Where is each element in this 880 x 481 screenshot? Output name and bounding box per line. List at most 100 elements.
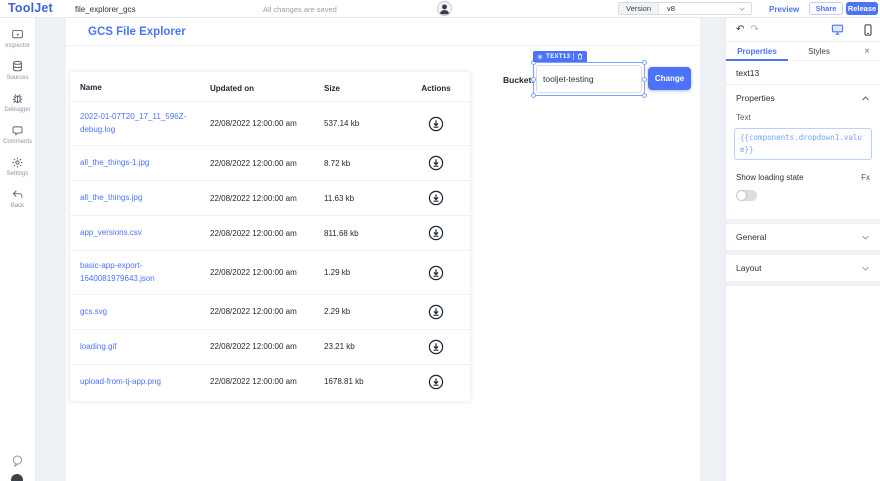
download-button[interactable] [428, 116, 444, 132]
table-row: loading.gif 22/08/2022 12:00:00 am 23.21… [70, 328, 470, 364]
download-button[interactable] [428, 374, 444, 390]
tooljet-editor: ToolJet file_explorer_gcs All changes ar… [0, 0, 880, 481]
sidebar-item-label: Comments [2, 139, 32, 145]
gear-icon[interactable] [537, 54, 543, 60]
table-header-row: Name Updated on Size Actions [70, 74, 470, 101]
table-row: gcs.svg 22/08/2022 12:00:00 am 2.29 kb [70, 293, 470, 329]
widget-name-field[interactable]: text13 [726, 61, 880, 85]
download-icon [428, 116, 444, 131]
section-properties-header[interactable]: Properties [726, 85, 880, 111]
resize-handle[interactable] [642, 93, 647, 98]
updated-on-cell: 22/08/2022 12:00:00 am [210, 193, 297, 203]
download-button[interactable] [428, 190, 444, 206]
download-icon [428, 265, 444, 280]
sidebar-item-sources[interactable]: Sources [0, 60, 35, 81]
resize-handle[interactable] [642, 60, 647, 65]
file-name-link[interactable]: 2022-01-07T20_17_11_596Z-debug.log [70, 111, 210, 136]
resize-handle[interactable] [642, 77, 647, 82]
table-row: app_versions.csv 22/08/2022 12:00:00 am … [70, 215, 470, 250]
download-icon [428, 225, 444, 241]
download-button[interactable] [428, 265, 444, 281]
size-cell: 1678.81 kb [324, 377, 364, 387]
download-icon [428, 190, 444, 206]
section-title: Layout [736, 263, 762, 273]
mobile-icon[interactable] [864, 23, 872, 36]
share-button[interactable]: Share [809, 2, 843, 15]
undo-icon[interactable]: ↶ [736, 24, 744, 35]
resize-handle[interactable] [531, 77, 536, 82]
sidebar-item-inspector[interactable]: Inspector [0, 28, 35, 49]
updated-on-cell: 22/08/2022 12:00:00 am [210, 342, 297, 352]
file-name-link[interactable]: upload-from-tj-app.png [70, 376, 210, 388]
help-chat-button[interactable] [0, 454, 35, 467]
file-name-link[interactable]: basic-app-export-1640081979643.json [70, 260, 210, 285]
desktop-icon[interactable] [831, 24, 844, 35]
tab-properties[interactable]: Properties [726, 42, 788, 61]
section-layout-header[interactable]: Layout [726, 255, 880, 281]
preview-button[interactable]: Preview [769, 5, 799, 14]
trash-icon[interactable] [577, 53, 583, 60]
text-property-label: Text [736, 113, 751, 122]
bucket-value-text: tooljet-testing [536, 65, 642, 93]
sidebar-item-settings[interactable]: Settings [0, 156, 35, 177]
sidebar-item-back[interactable]: Back [0, 188, 35, 209]
file-name-link[interactable]: app_versions.csv [70, 227, 210, 239]
chevron-down-icon [862, 235, 869, 240]
redo-icon[interactable]: ↷ [750, 24, 758, 35]
section-title: Properties [736, 93, 775, 103]
avatar[interactable] [437, 1, 452, 16]
dark-mode-icon[interactable] [11, 474, 23, 481]
column-header-size[interactable]: Size [324, 84, 402, 93]
panel-toolbar: ↶ ↷ [726, 18, 880, 42]
change-button[interactable]: Change [648, 67, 691, 90]
section-gap [726, 281, 880, 286]
app-name[interactable]: file_explorer_gcs [75, 5, 135, 14]
sidebar-item-comments[interactable]: Comments [0, 124, 35, 145]
section-general-header[interactable]: General [726, 224, 880, 250]
file-name-link[interactable]: gcs.svg [70, 306, 210, 318]
back-arrow-icon [12, 190, 23, 198]
widget-badge-label: TEXT13 [546, 53, 571, 60]
resize-handle[interactable] [531, 93, 536, 98]
download-button[interactable] [428, 155, 444, 171]
help-chat-icon [12, 455, 23, 467]
fx-button[interactable]: Fx [861, 173, 870, 182]
sidebar-item-label: Back [10, 203, 25, 209]
page-title: GCS File Explorer [88, 25, 186, 38]
canvas-header: GCS File Explorer [66, 18, 700, 46]
save-status: All changes are saved [263, 5, 337, 14]
file-name-link[interactable]: all_the_things.jpg [70, 192, 210, 204]
section-title: General [736, 232, 767, 242]
file-name-link[interactable]: loading.gif [70, 341, 210, 353]
size-cell: 811.68 kb [324, 228, 359, 238]
file-name-link[interactable]: all_the_things-1.jpg [70, 157, 210, 169]
table-row: upload-from-tj-app.png 22/08/2022 12:00:… [70, 363, 470, 399]
bucket-label: Bucket: [503, 75, 535, 85]
download-icon [428, 339, 444, 355]
text-widget-bucket-value[interactable]: tooljet-testing [531, 60, 647, 98]
size-cell: 23.21 kb [324, 342, 355, 352]
download-button[interactable] [428, 339, 444, 355]
column-header-updated[interactable]: Updated on [210, 84, 324, 93]
tooljet-logo[interactable]: ToolJet [8, 1, 53, 15]
column-header-name[interactable]: Name [70, 82, 210, 94]
text-property-code-editor[interactable]: {{components.dropdown1.value}} [734, 128, 872, 160]
sidebar-item-debugger[interactable]: Debugger [0, 92, 35, 113]
close-icon[interactable]: × [854, 42, 880, 60]
download-icon [428, 304, 444, 320]
updated-on-cell: 22/08/2022 12:00:00 am [210, 228, 297, 238]
column-header-actions: Actions [421, 83, 451, 93]
tab-styles[interactable]: Styles [788, 42, 850, 60]
file-table-widget[interactable]: Name Updated on Size Actions 2022-01-07T… [70, 72, 470, 401]
divider [573, 53, 575, 60]
download-button[interactable] [428, 225, 444, 241]
release-button[interactable]: Release [846, 2, 878, 15]
gear-icon [12, 157, 23, 168]
download-button[interactable] [428, 304, 444, 320]
right-panel: ↶ ↷ Properties Styles × text13 Propertie… [725, 18, 880, 481]
version-dropdown[interactable]: Version v8 [618, 2, 752, 15]
updated-on-cell: 22/08/2022 12:00:00 am [210, 307, 297, 317]
show-loading-label: Show loading state [736, 173, 804, 182]
show-loading-toggle[interactable] [736, 190, 757, 201]
sidebar-item-label: Settings [6, 171, 29, 177]
